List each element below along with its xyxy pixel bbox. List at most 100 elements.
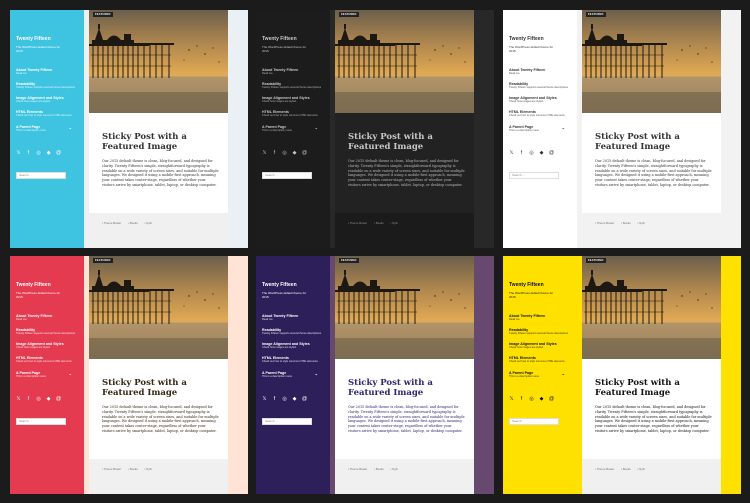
facebook-icon[interactable]: f [519, 151, 524, 156]
post-title[interactable]: Sticky Post with a Featured Image [348, 132, 466, 152]
featured-image[interactable]: FEATURED [335, 10, 474, 113]
post-title[interactable]: Sticky Post with a Featured Image [348, 378, 466, 398]
menu-item-image-alignment[interactable]: Image Alignment and Styles Check how ima… [509, 342, 569, 356]
menu-item-image-alignment[interactable]: Image Alignment and Styles Check how ima… [16, 342, 76, 356]
facebook-icon[interactable]: f [26, 151, 31, 156]
facebook-icon[interactable]: f [272, 151, 277, 156]
post-meta-author[interactable]: • Theme Buster [595, 221, 617, 225]
menu-item-html-elements[interactable]: HTML Elements Check out how to style com… [509, 110, 569, 124]
post-meta-category[interactable]: • Books [374, 221, 387, 225]
featured-image[interactable]: FEATURED [582, 10, 721, 113]
twitter-icon[interactable]: 𝕏 [16, 151, 21, 156]
post-meta-author[interactable]: • Theme Buster [348, 221, 370, 225]
menu-item-html-elements[interactable]: HTML Elements Check out how to style com… [262, 110, 322, 124]
theme-preview-panel-pink[interactable]: Twenty Fifteen The WordPress default the… [10, 256, 248, 494]
menu-item-about[interactable]: About Twenty Fifteen Read me. [509, 314, 569, 328]
menu-item-parent-page[interactable]: A Parent Page ⌄ This is a description me… [262, 125, 318, 133]
search-input[interactable]: Search ... [16, 418, 66, 425]
search-input[interactable]: Search ... [509, 172, 559, 179]
post-meta-tag[interactable]: • Nyth [390, 221, 401, 225]
github-icon[interactable]: ◆ [292, 397, 297, 402]
menu-item-about[interactable]: About Twenty Fifteen Read me. [16, 314, 76, 328]
post-meta-author[interactable]: • Theme Buster [102, 467, 124, 471]
facebook-icon[interactable]: f [272, 397, 277, 402]
post-title[interactable]: Sticky Post with a Featured Image [102, 378, 220, 398]
menu-item-about[interactable]: About Twenty Fifteen Read me. [262, 68, 322, 82]
twitter-icon[interactable]: 𝕏 [262, 397, 267, 402]
featured-image[interactable]: FEATURED [335, 256, 474, 359]
menu-item-parent-page[interactable]: A Parent Page ⌄ This is a description me… [16, 371, 72, 379]
menu-item-html-elements[interactable]: HTML Elements Check out how to style com… [16, 356, 76, 370]
twitter-icon[interactable]: 𝕏 [262, 151, 267, 156]
menu-item-html-elements[interactable]: HTML Elements Check out how to style com… [509, 356, 569, 370]
email-icon[interactable]: @ [549, 151, 554, 156]
post-meta-author[interactable]: • Theme Buster [102, 221, 124, 225]
theme-preview-panel-light[interactable]: Twenty Fifteen The WordPress default the… [503, 10, 741, 248]
post-title[interactable]: Sticky Post with a Featured Image [595, 378, 713, 398]
github-icon[interactable]: ◆ [539, 397, 544, 402]
post-meta-tag[interactable]: • Nyth [144, 467, 155, 471]
menu-item-about[interactable]: About Twenty Fifteen Read me. [16, 68, 76, 82]
post-meta-tag[interactable]: • Nyth [637, 221, 648, 225]
facebook-icon[interactable]: f [26, 397, 31, 402]
site-title[interactable]: Twenty Fifteen [16, 282, 51, 288]
post-meta-author[interactable]: • Theme Buster [348, 467, 370, 471]
search-input[interactable]: Search ... [509, 418, 559, 425]
post-meta-category[interactable]: • Books [374, 467, 387, 471]
post-title[interactable]: Sticky Post with a Featured Image [595, 132, 713, 152]
menu-item-readability[interactable]: Readability Twenty Fifteen supports seve… [262, 328, 322, 342]
instagram-icon[interactable]: ◎ [36, 397, 41, 402]
email-icon[interactable]: @ [56, 151, 61, 156]
search-input[interactable]: Search ... [16, 172, 66, 179]
post-meta-category[interactable]: • Books [128, 221, 141, 225]
email-icon[interactable]: @ [302, 397, 307, 402]
site-title[interactable]: Twenty Fifteen [262, 282, 297, 288]
menu-item-html-elements[interactable]: HTML Elements Check out how to style com… [16, 110, 76, 124]
instagram-icon[interactable]: ◎ [36, 151, 41, 156]
github-icon[interactable]: ◆ [539, 151, 544, 156]
featured-image[interactable]: FEATURED [89, 10, 228, 113]
menu-item-image-alignment[interactable]: Image Alignment and Styles Check how ima… [509, 96, 569, 110]
post-meta-author[interactable]: • Theme Buster [595, 467, 617, 471]
email-icon[interactable]: @ [549, 397, 554, 402]
post-meta-category[interactable]: • Books [621, 467, 634, 471]
theme-preview-panel-yellow[interactable]: Twenty Fifteen The WordPress default the… [503, 256, 741, 494]
menu-item-readability[interactable]: Readability Twenty Fifteen supports seve… [262, 82, 322, 96]
site-title[interactable]: Twenty Fifteen [262, 36, 297, 42]
github-icon[interactable]: ◆ [46, 151, 51, 156]
github-icon[interactable]: ◆ [292, 151, 297, 156]
github-icon[interactable]: ◆ [46, 397, 51, 402]
search-input[interactable]: Search ... [262, 418, 312, 425]
site-title[interactable]: Twenty Fifteen [509, 36, 544, 42]
email-icon[interactable]: @ [302, 151, 307, 156]
menu-item-image-alignment[interactable]: Image Alignment and Styles Check how ima… [262, 96, 322, 110]
twitter-icon[interactable]: 𝕏 [509, 397, 514, 402]
instagram-icon[interactable]: ◎ [282, 151, 287, 156]
twitter-icon[interactable]: 𝕏 [509, 151, 514, 156]
email-icon[interactable]: @ [56, 397, 61, 402]
menu-item-parent-page[interactable]: A Parent Page ⌄ This is a description me… [509, 371, 565, 379]
post-meta-category[interactable]: • Books [621, 221, 634, 225]
menu-item-readability[interactable]: Readability Twenty Fifteen supports seve… [16, 328, 76, 342]
theme-preview-panel-purple[interactable]: Twenty Fifteen The WordPress default the… [256, 256, 494, 494]
menu-item-readability[interactable]: Readability Twenty Fifteen supports seve… [509, 328, 569, 342]
menu-item-image-alignment[interactable]: Image Alignment and Styles Check how ima… [262, 342, 322, 356]
menu-item-readability[interactable]: Readability Twenty Fifteen supports seve… [509, 82, 569, 96]
menu-item-parent-page[interactable]: A Parent Page ⌄ This is a description me… [16, 125, 72, 133]
post-meta-tag[interactable]: • Nyth [390, 467, 401, 471]
instagram-icon[interactable]: ◎ [282, 397, 287, 402]
theme-preview-panel-default-blue[interactable]: Twenty Fifteen The WordPress default the… [10, 10, 248, 248]
post-title[interactable]: Sticky Post with a Featured Image [102, 132, 220, 152]
menu-item-readability[interactable]: Readability Twenty Fifteen supports seve… [16, 82, 76, 96]
site-title[interactable]: Twenty Fifteen [16, 36, 51, 42]
instagram-icon[interactable]: ◎ [529, 397, 534, 402]
post-meta-tag[interactable]: • Nyth [144, 221, 155, 225]
menu-item-about[interactable]: About Twenty Fifteen Read me. [262, 314, 322, 328]
featured-image[interactable]: FEATURED [89, 256, 228, 359]
menu-item-parent-page[interactable]: A Parent Page ⌄ This is a description me… [509, 125, 565, 133]
menu-item-image-alignment[interactable]: Image Alignment and Styles Check how ima… [16, 96, 76, 110]
menu-item-html-elements[interactable]: HTML Elements Check out how to style com… [262, 356, 322, 370]
facebook-icon[interactable]: f [519, 397, 524, 402]
twitter-icon[interactable]: 𝕏 [16, 397, 21, 402]
menu-item-parent-page[interactable]: A Parent Page ⌄ This is a description me… [262, 371, 318, 379]
